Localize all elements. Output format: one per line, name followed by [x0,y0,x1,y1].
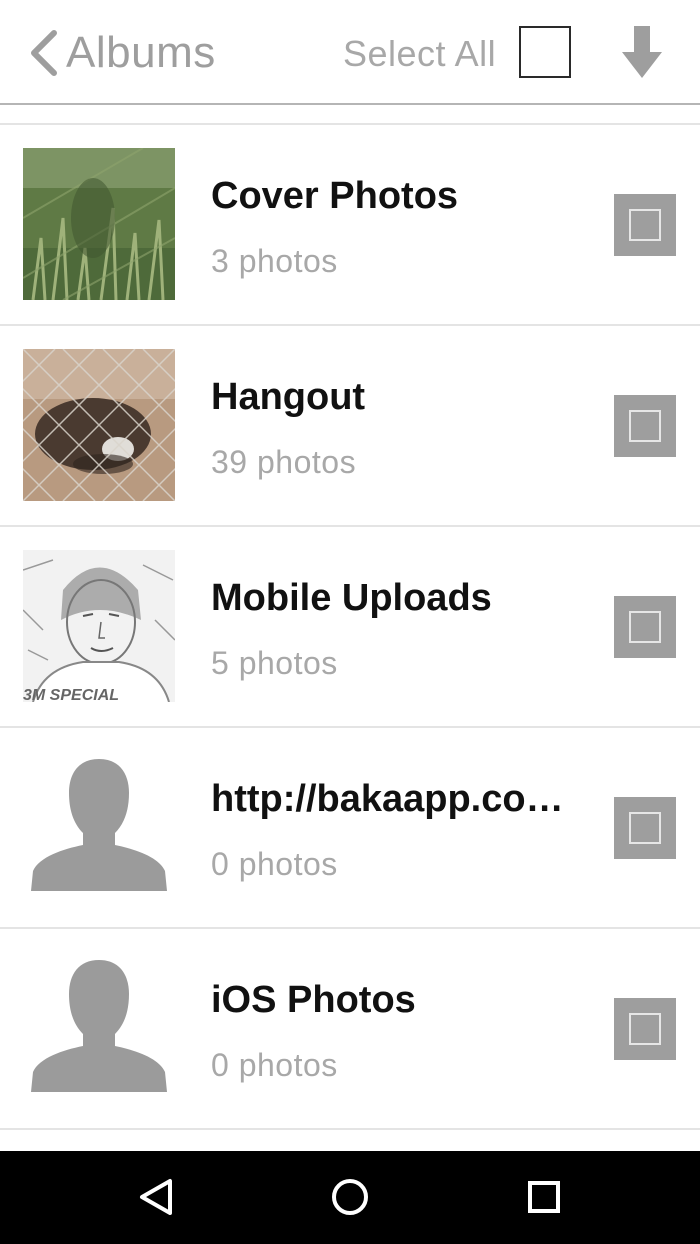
checkbox-square-icon [629,1013,661,1045]
album-checkbox[interactable] [614,395,676,457]
top-bar: Albums Select All [0,0,700,105]
album-photo-count: 0 photos [211,1047,338,1083]
sketch-portrait-photo-thumbnail: 3M SPECIAL [23,550,175,702]
nav-back-button[interactable] [134,1175,178,1219]
album-photo-count: 3 photos [211,243,338,279]
person-placeholder-icon [23,952,175,1104]
person-placeholder-icon [23,751,175,903]
checkbox-square-icon [629,611,661,643]
album-row[interactable]: 3M SPECIAL Mobile Uploads 5 photos [0,527,700,728]
album-name: Hangout [211,376,366,418]
album-photo-count: 39 photos [211,444,357,480]
album-row[interactable]: Cover Photos 3 photos [0,125,700,326]
select-all-checkbox[interactable] [519,26,571,78]
back-button[interactable]: Albums [28,24,216,82]
album-name: http://bakaapp.co… [211,778,564,820]
checkbox-square-icon [629,410,661,442]
home-circle-icon [332,1179,368,1215]
back-label: Albums [66,28,216,77]
album-row[interactable]: http://bakaapp.co… 0 photos [0,728,700,929]
album-checkbox[interactable] [614,998,676,1060]
grass-photo-thumbnail [23,148,175,300]
album-checkbox[interactable] [614,596,676,658]
album-row[interactable]: iOS Photos 0 photos [0,929,700,1130]
arrow-down-icon [622,26,662,78]
album-checkbox[interactable] [614,194,676,256]
nav-recents-button[interactable] [522,1175,566,1219]
download-button[interactable] [620,24,664,82]
album-photo-count: 0 photos [211,846,338,882]
back-triangle-icon [140,1179,172,1215]
album-photo-count: 5 photos [211,645,338,681]
recents-square-icon [528,1181,560,1213]
thumbnail-caption: 3M SPECIAL [23,687,119,702]
album-name: Mobile Uploads [211,577,492,619]
checkbox-square-icon [629,812,661,844]
nav-home-button[interactable] [328,1175,372,1219]
album-list: Cover Photos 3 photos Hangout 39 photos … [0,105,700,1130]
animal-fence-photo-thumbnail [23,349,175,501]
system-nav-bar [0,1151,700,1244]
album-name: Cover Photos [211,175,459,217]
select-all-label[interactable]: Select All [343,33,496,75]
chevron-left-icon [31,30,57,76]
checkbox-square-icon [629,209,661,241]
albums-screen: Albums Select All Cover Photos 3 photos … [0,0,700,1244]
album-checkbox[interactable] [614,797,676,859]
album-row[interactable]: Hangout 39 photos [0,326,700,527]
album-name: iOS Photos [211,979,416,1021]
